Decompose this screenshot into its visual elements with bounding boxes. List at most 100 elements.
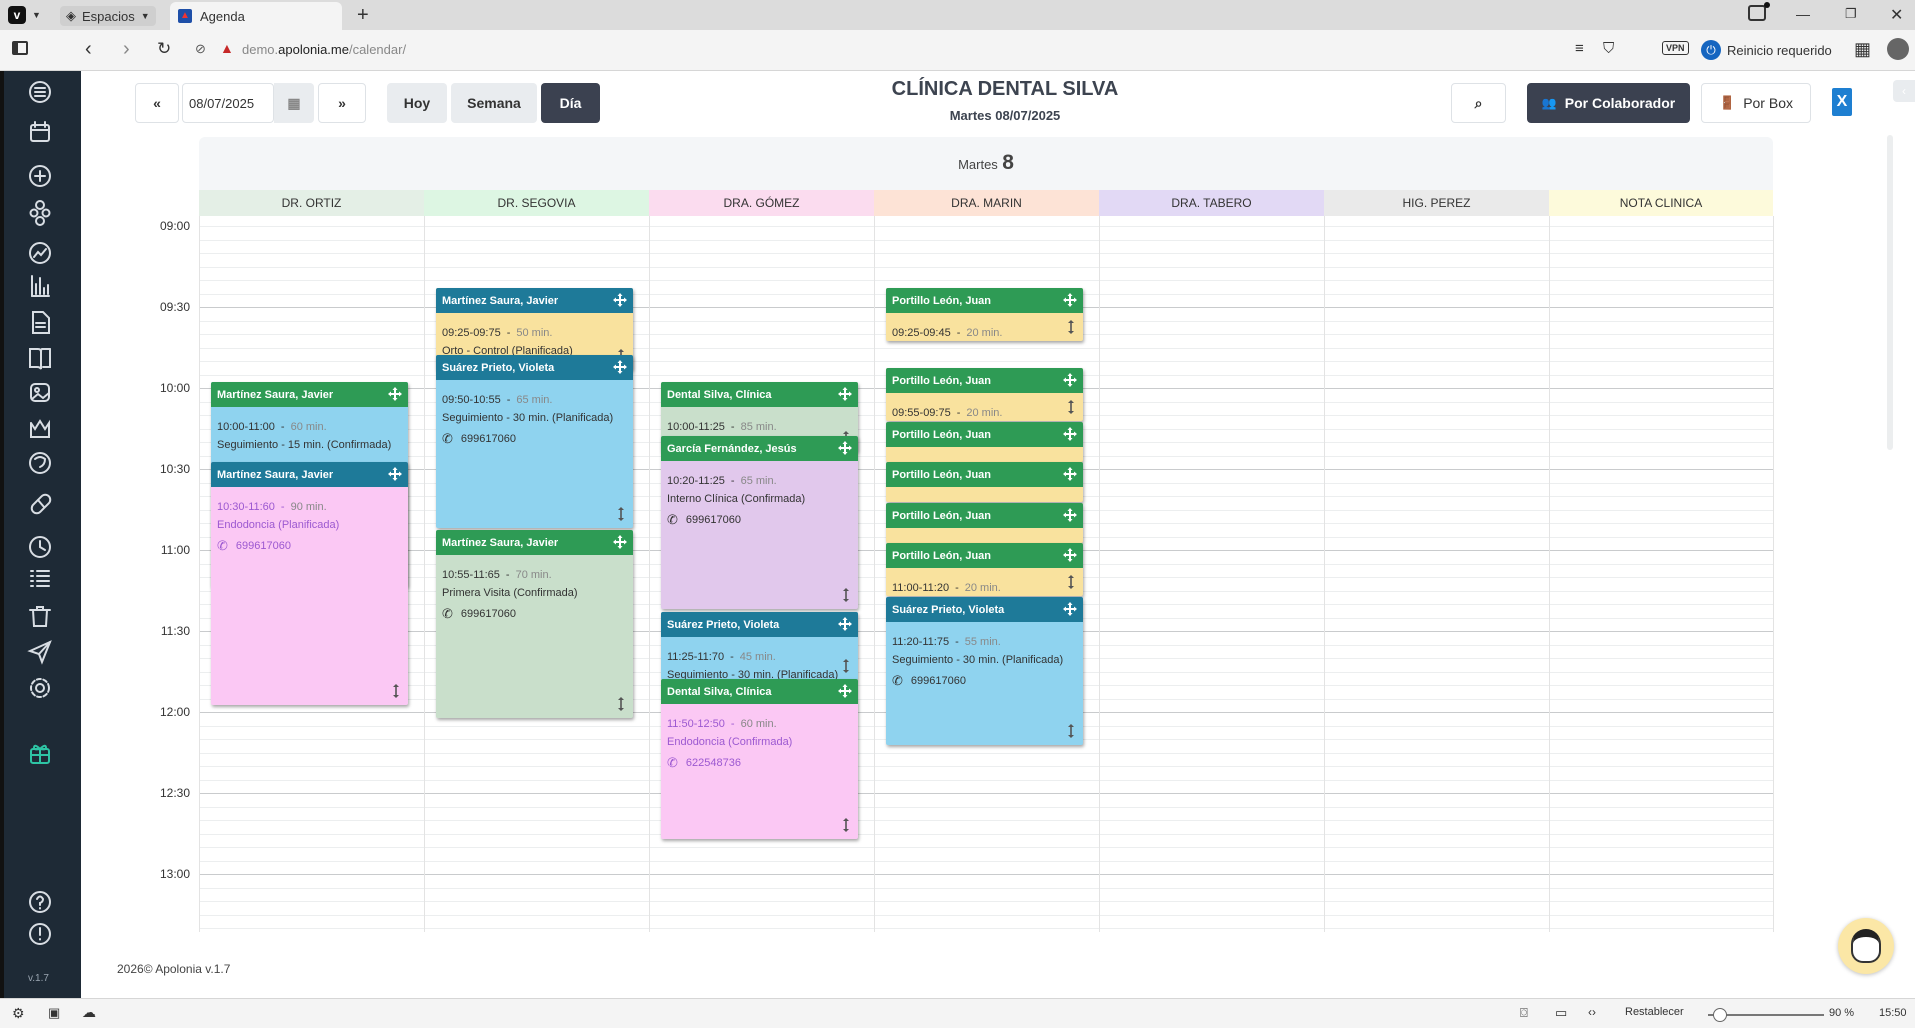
resize-handle[interactable] [1067, 575, 1075, 592]
appointment-card[interactable]: Portillo León, Juan [886, 462, 1083, 502]
list-icon[interactable] [30, 570, 50, 587]
appointment-card[interactable]: Portillo León, Juan [886, 422, 1083, 462]
column-header[interactable]: DRA. GÓMEZ [649, 190, 874, 216]
move-icon[interactable] [1063, 293, 1077, 307]
move-icon[interactable] [838, 684, 852, 698]
move-icon[interactable] [1063, 548, 1077, 562]
bookmark-button[interactable]: ⛉ [1603, 40, 1614, 57]
gift-icon[interactable] [30, 744, 50, 764]
move-handle[interactable] [1063, 373, 1077, 390]
appointment-card[interactable]: Portillo León, Juan [886, 503, 1083, 543]
move-icon[interactable] [388, 467, 402, 481]
add-circle-icon[interactable] [29, 165, 51, 187]
column-header[interactable]: DR. ORTIZ [199, 190, 424, 216]
resize-handle-icon[interactable] [1067, 575, 1075, 589]
resize-handle[interactable] [1067, 400, 1075, 417]
appointment-header[interactable]: Martínez Saura, Javier [436, 288, 633, 313]
move-icon[interactable] [613, 293, 627, 307]
appointment-phone[interactable]: ✆ 699617060 [892, 673, 1083, 689]
appointment-card[interactable]: Suárez Prieto, Violeta 09:50-10:55-65 min… [436, 355, 633, 528]
move-handle[interactable] [1063, 508, 1077, 525]
column-header[interactable]: DRA. MARIN [874, 190, 1099, 216]
book-icon[interactable] [29, 348, 51, 370]
appointment-header[interactable]: García Fernández, Jesús [661, 436, 858, 461]
appointment-header[interactable]: Portillo León, Juan [886, 543, 1083, 568]
restart-button[interactable]: ⏻ Reinicio requerido [1701, 40, 1832, 60]
clock-icon[interactable] [29, 536, 51, 558]
appointment-header[interactable]: Dental Silva, Clínica [661, 382, 858, 407]
capture-button[interactable]: ⌼ [1520, 1005, 1528, 1021]
appointment-header[interactable]: Martínez Saura, Javier [211, 382, 408, 407]
vpn-button[interactable]: VPN [1662, 41, 1689, 55]
appointment-header[interactable]: Dental Silva, Clínica [661, 679, 858, 704]
move-icon[interactable] [1063, 508, 1077, 522]
appointment-header[interactable]: Portillo León, Juan [886, 462, 1083, 487]
column-header[interactable]: HIG. PEREZ [1324, 190, 1549, 216]
url-field[interactable]: demo. apolonia.me/calendar/ [242, 42, 406, 57]
profile-button[interactable] [1887, 38, 1909, 60]
extensions-button[interactable]: ▦ [1854, 39, 1871, 60]
crown-icon[interactable] [30, 419, 50, 438]
analytics-icon[interactable] [29, 242, 51, 264]
calendar-icon[interactable] [30, 121, 50, 142]
appointment-header[interactable]: Portillo León, Juan [886, 503, 1083, 528]
spaces-button[interactable]: ◈ Espacios ▼ [60, 6, 156, 26]
by-collaborator-button[interactable]: 👥 Por Colaborador [1527, 83, 1690, 123]
appointment-header[interactable]: Martínez Saura, Javier [436, 530, 633, 555]
move-icon[interactable] [838, 387, 852, 401]
forward-button[interactable]: › [123, 38, 130, 61]
appointment-header[interactable]: Portillo León, Juan [886, 288, 1083, 313]
resize-handle[interactable] [617, 697, 625, 714]
restore-button[interactable]: ❐ [1845, 6, 1857, 22]
prev-day-button[interactable]: « [135, 83, 179, 123]
sidebar-toggle-button[interactable] [12, 41, 28, 55]
menu-icon[interactable] [29, 81, 51, 103]
settings-button[interactable]: ⚙ [12, 1005, 25, 1022]
pill-icon[interactable] [30, 493, 53, 516]
insecure-warning[interactable]: ▲ [220, 40, 234, 56]
move-handle[interactable] [613, 360, 627, 377]
appointment-card[interactable]: Martínez Saura, Javier 10:55-11:65-70 min… [436, 530, 633, 718]
by-box-button[interactable]: 🚪 Por Box [1701, 83, 1811, 123]
document-icon[interactable] [32, 311, 50, 334]
back-button[interactable]: ‹ [85, 38, 92, 61]
close-window-button[interactable]: ✕ [1890, 5, 1903, 25]
tooth-icon[interactable] [29, 452, 51, 474]
appointment-phone[interactable]: ✆ 699617060 [667, 512, 858, 528]
resize-handle-icon[interactable] [842, 659, 850, 673]
appointment-header[interactable]: Portillo León, Juan [886, 368, 1083, 393]
appointment-header[interactable]: Suárez Prieto, Violeta [436, 355, 633, 380]
alert-icon[interactable] [29, 923, 51, 945]
move-icon[interactable] [838, 617, 852, 631]
trash-icon[interactable] [29, 606, 51, 627]
window-panel-button[interactable]: ▣ [48, 1005, 60, 1021]
appointment-card[interactable]: Suárez Prieto, Violeta 11:25-11:70-45 min… [661, 612, 858, 680]
resize-handle[interactable] [1067, 724, 1075, 741]
date-input[interactable]: 08/07/2025 [182, 83, 274, 123]
appointment-card[interactable]: Suárez Prieto, Violeta 11:20-11:75-55 min… [886, 597, 1083, 745]
new-tab-button[interactable]: + [357, 4, 369, 27]
resize-handle[interactable] [617, 507, 625, 524]
move-handle[interactable] [388, 387, 402, 404]
resize-handle-icon[interactable] [617, 697, 625, 711]
tab-agenda[interactable]: ▲ Agenda [170, 2, 342, 30]
move-handle[interactable] [613, 535, 627, 552]
move-icon[interactable] [838, 441, 852, 455]
resize-handle[interactable] [842, 588, 850, 605]
move-icon[interactable] [1063, 427, 1077, 441]
move-icon[interactable] [1063, 602, 1077, 616]
page-tiling-button[interactable]: ▭ [1555, 1005, 1567, 1021]
move-handle[interactable] [613, 293, 627, 310]
resize-handle[interactable] [842, 818, 850, 835]
move-handle[interactable] [838, 387, 852, 404]
resize-handle-icon[interactable] [392, 684, 400, 698]
move-handle[interactable] [1063, 427, 1077, 444]
zoom-slider-thumb[interactable] [1713, 1008, 1727, 1022]
move-icon[interactable] [1063, 467, 1077, 481]
move-icon[interactable] [388, 387, 402, 401]
resize-handle-icon[interactable] [842, 818, 850, 832]
collapse-panel-button[interactable]: ‹ [1893, 80, 1915, 102]
minimize-button[interactable]: — [1796, 6, 1810, 22]
column-header[interactable]: DRA. TABERO [1099, 190, 1324, 216]
resize-handle[interactable] [842, 659, 850, 676]
